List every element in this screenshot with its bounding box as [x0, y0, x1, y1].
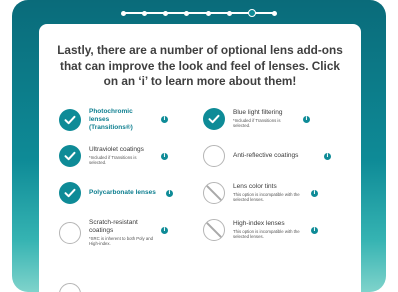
option-label: Ultraviolet coatings: [89, 146, 144, 154]
app-frame: Lastly, there are a number of optional l…: [12, 0, 386, 292]
info-icon[interactable]: i: [303, 116, 310, 123]
option-next-partial[interactable]: [59, 283, 81, 292]
unchecked-circle-icon[interactable]: [59, 283, 81, 292]
option-blue-light[interactable]: Blue light filtering *Included if Transi…: [203, 108, 297, 130]
progress-step: [121, 10, 126, 16]
option-label: Lens color tints: [233, 183, 277, 191]
checkmark-icon[interactable]: [203, 108, 225, 130]
progress-step: [184, 10, 190, 16]
progress-step: [226, 10, 232, 16]
info-icon[interactable]: i: [311, 227, 318, 234]
intro-heading: Lastly, there are a number of optional l…: [57, 43, 343, 88]
disabled-option-icon: [203, 182, 225, 204]
option-label: Photochromic lenses (Transitions®): [89, 108, 133, 131]
progress-track: [121, 6, 277, 20]
info-icon[interactable]: i: [161, 153, 168, 160]
info-icon[interactable]: i: [311, 190, 318, 197]
unchecked-circle-icon[interactable]: [203, 145, 225, 167]
option-lens-color-tints: Lens color tints This option is incompat…: [203, 182, 301, 204]
option-note: *Included if Transitions is selected.: [233, 117, 281, 129]
option-polycarbonate[interactable]: Polycarbonate lenses: [59, 182, 156, 204]
info-icon[interactable]: i: [324, 153, 331, 160]
checkmark-icon[interactable]: [59, 182, 81, 204]
option-note: This option is incompatible with the sel…: [233, 228, 300, 240]
option-note: *Included if Transitions is selected.: [89, 154, 137, 166]
info-icon[interactable]: i: [166, 190, 173, 197]
progress-indicator: [12, 6, 386, 20]
unchecked-circle-icon[interactable]: [59, 221, 81, 244]
option-label: Anti-reflective coatings: [233, 152, 299, 160]
progress-step: [205, 10, 211, 16]
option-label: Polycarbonate lenses: [89, 189, 156, 197]
option-photochromic[interactable]: Photochromic lenses (Transitions®): [59, 108, 151, 131]
progress-step-current: [247, 9, 256, 17]
option-label: Scratch-resistant coatings: [89, 219, 138, 234]
disabled-option-icon: [203, 219, 225, 241]
option-ultraviolet[interactable]: Ultraviolet coatings *Included if Transi…: [59, 145, 153, 167]
progress-step: [142, 10, 148, 16]
progress-step: [271, 10, 277, 16]
checkmark-icon[interactable]: [59, 145, 81, 167]
content-card: Lastly, there are a number of optional l…: [39, 24, 361, 292]
checkmark-icon[interactable]: [59, 108, 81, 131]
option-anti-reflective[interactable]: Anti-reflective coatings: [203, 145, 298, 167]
option-note: This option is incompatible with the sel…: [233, 191, 300, 203]
info-icon[interactable]: i: [161, 227, 168, 234]
option-label: High-index lenses: [233, 220, 285, 228]
option-note: *SRC is inherent to both Poly and High-i…: [89, 235, 154, 246]
option-label: Blue light filtering: [233, 109, 283, 117]
progress-step: [163, 10, 169, 16]
option-high-index: High-index lenses This option is incompa…: [203, 219, 301, 241]
option-scratch-resistant[interactable]: Scratch-resistant coatings *SRC is inher…: [59, 219, 155, 246]
info-icon[interactable]: i: [161, 116, 168, 123]
